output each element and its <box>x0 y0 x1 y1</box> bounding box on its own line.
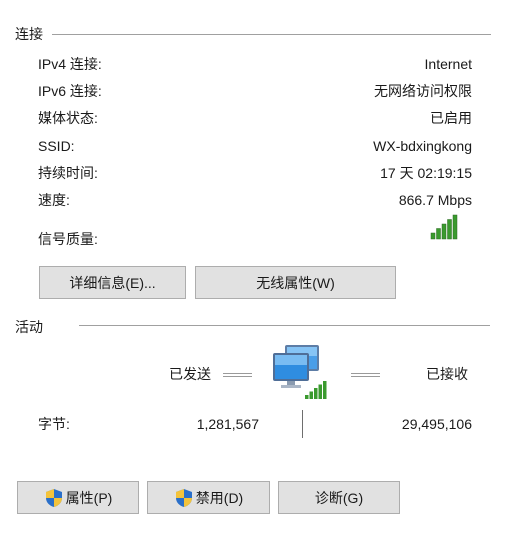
duration-value: 17 天 02:19:15 <box>380 165 472 181</box>
media-state-label: 媒体状态: <box>38 110 98 126</box>
signal-bar <box>441 223 447 240</box>
signal-quality-label: 信号质量: <box>38 231 98 247</box>
received-line <box>351 373 380 374</box>
bytes-sent-value: 1,281,567 <box>196 416 259 432</box>
ipv6-label: IPv6 连接: <box>38 83 102 99</box>
duration-label: 持续时间: <box>38 165 98 181</box>
activity-group-divider <box>79 325 490 326</box>
disable-button-label: 禁用(D) <box>195 489 244 506</box>
received-line-2 <box>351 376 380 377</box>
signal-bar <box>430 232 436 240</box>
properties-button-label: 属性(P) <box>65 489 113 506</box>
wireless-properties-button[interactable]: 无线属性(W) <box>195 266 396 299</box>
details-button[interactable]: 详细信息(E)... <box>39 266 186 299</box>
signal-bar <box>452 214 458 240</box>
bytes-label: 字节: <box>38 416 70 432</box>
bytes-received-value: 29,495,106 <box>401 416 472 432</box>
activity-group-title: 活动 <box>15 319 43 335</box>
disable-button[interactable]: 禁用(D) <box>147 481 270 514</box>
diagnose-button[interactable]: 诊断(G) <box>278 481 400 514</box>
uac-shield-icon <box>45 488 62 507</box>
ipv4-value: Internet <box>424 56 472 72</box>
signal-bar <box>447 219 452 240</box>
ssid-label: SSID: <box>38 138 75 154</box>
signal-strength-icon <box>430 214 458 240</box>
sent-line-2 <box>223 376 252 377</box>
received-label: 已接收 <box>426 366 468 382</box>
ssid-value: WX-bdxingkong <box>373 138 472 154</box>
uac-shield-icon <box>175 488 192 507</box>
media-state-value: 已启用 <box>430 110 472 126</box>
mini-signal-bar <box>309 391 313 399</box>
sent-label: 已发送 <box>169 366 211 382</box>
mini-signal-bar <box>323 381 327 399</box>
network-activity-icon <box>273 345 327 399</box>
connection-group-title: 连接 <box>15 26 43 42</box>
mini-signal-bar <box>318 384 322 399</box>
speed-label: 速度: <box>38 192 70 208</box>
signal-bar <box>436 228 441 240</box>
properties-button[interactable]: 属性(P) <box>17 481 139 514</box>
mini-signal-bar <box>305 395 309 399</box>
speed-value: 866.7 Mbps <box>398 192 472 208</box>
bytes-divider <box>302 410 303 438</box>
mini-signal-bar <box>314 388 318 399</box>
ipv6-value: 无网络访问权限 <box>374 83 472 99</box>
connection-group-divider <box>52 34 491 35</box>
sent-line <box>223 373 252 374</box>
ipv4-label: IPv4 连接: <box>38 56 102 72</box>
